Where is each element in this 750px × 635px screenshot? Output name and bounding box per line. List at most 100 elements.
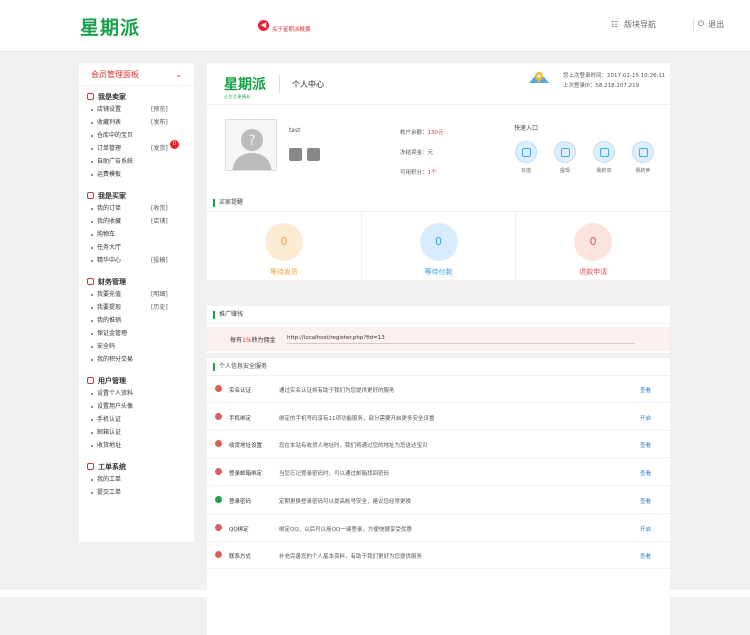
sidebar-item[interactable]: 我的订单 [收货]	[87, 202, 194, 215]
security-action-link[interactable]: 查看	[640, 469, 651, 477]
security-row: 登录邮箱绑定 当您忘记登录密码时，可以通过邮箱找回密码 查看	[207, 459, 670, 487]
section-title: 推广赚钱	[207, 306, 670, 324]
sidebar-item-tag[interactable]: [预览]	[151, 103, 168, 116]
sidebar-item-tag[interactable]: [店铺]	[151, 215, 168, 228]
sidebar-item[interactable]: 手机认证	[87, 413, 194, 426]
sidebar-item-label: 邮箱认证	[97, 429, 122, 436]
sidebar-item-label: 我的订单	[97, 205, 122, 212]
warning-icon	[215, 523, 222, 531]
stat-label: 等待发货	[269, 268, 298, 276]
notice-link[interactable]: ◀ 关于星期派概要	[258, 17, 311, 33]
avatar[interactable]: ?	[225, 119, 277, 171]
sidebar-item-label: 设置个人资料	[97, 390, 134, 397]
security-name: 收货地址设置	[229, 443, 263, 450]
sidebar-item[interactable]: 精华中心 [投稿]	[87, 254, 194, 267]
sidebar-item[interactable]: 任务大厅	[87, 241, 194, 254]
quick-entry[interactable]: 我的卖	[632, 141, 654, 174]
sidebar-group: 我是买家我的订单 [收货] 我的收藏 [店铺] 购物车 任务大厅 精华中心 [投稿]	[79, 185, 194, 271]
sidebar-item-label: 订单管理	[97, 145, 122, 152]
user-placeholder-icon: ?	[232, 129, 272, 170]
quick-entry-label: 提现	[559, 168, 570, 174]
sidebar-title: 会员管理面板	[91, 69, 139, 79]
username: test	[289, 127, 301, 134]
sidebar-item[interactable]: 自助广告系统	[87, 155, 194, 168]
sidebar-item[interactable]: 收藏列表 [发布]	[87, 116, 194, 129]
quick-entry[interactable]: 充值	[515, 141, 537, 174]
security-action-link[interactable]: 查看	[640, 552, 651, 560]
sidebar-item[interactable]: 设置个人资料	[87, 387, 194, 400]
page-title: 个人中心	[292, 80, 324, 89]
withdraw-icon	[554, 141, 576, 163]
sidebar-item[interactable]: 保证金管理	[87, 327, 194, 340]
verify-icons	[289, 148, 320, 161]
sidebar-group: 用户管理 设置个人资料 设置用户头像 手机认证 邮箱认证 收货地址	[79, 370, 194, 456]
sidebar-item[interactable]: 我的工单	[87, 473, 194, 486]
security-action-link[interactable]: 开启	[640, 414, 651, 422]
sidebar-item-label: 我的推销	[97, 317, 122, 324]
promo-url[interactable]: http://localhost/register.php?fid=13	[287, 332, 635, 344]
stat-label: 等待付款	[424, 268, 453, 276]
sidebar-item-tag[interactable]: [发布]	[151, 116, 168, 129]
stat-block[interactable]: 0 等待发货	[207, 212, 362, 280]
sidebar-group-title: 我是买家	[87, 189, 194, 202]
security-action-link[interactable]: 开启	[640, 525, 651, 533]
ticket-icon	[87, 463, 94, 470]
sidebar-item[interactable]: 我要充值 [明细]	[87, 288, 194, 301]
security-action-link[interactable]: 查看	[640, 441, 651, 449]
security-desc: 绑定的手机号码享有11项功能服务，部分需要开启更多安全设置	[279, 415, 435, 422]
sidebar-item[interactable]: 安全码	[87, 340, 194, 353]
sidebar-item[interactable]: 邮箱认证	[87, 426, 194, 439]
sidebar-item[interactable]: 仓库中的宝贝	[87, 129, 194, 142]
exit-link[interactable]: 退出	[708, 19, 724, 31]
quick-entry-label: 我的买	[596, 168, 612, 174]
buyer-icon	[87, 192, 94, 199]
login-info: 您上次登录时间：2017-02-15 10:26:11 上次登录IP：58.21…	[563, 73, 666, 89]
sidebar-item[interactable]: 我要提现 [历史]	[87, 301, 194, 314]
sidebar-item[interactable]: 运费模板	[87, 168, 194, 181]
sidebar-item[interactable]: 提交工单	[87, 486, 194, 499]
stat-block[interactable]: 0 退款申请	[516, 212, 670, 280]
stat-count: 0	[574, 223, 613, 261]
sidebar-item[interactable]: 订单管理 [发货] 0	[87, 140, 194, 155]
sidebar-group-title: 工单系统	[87, 460, 194, 473]
grid-icon: ☷	[610, 20, 618, 29]
site-logo[interactable]: 星期派	[80, 13, 140, 40]
nav-link[interactable]: 版块导航	[624, 19, 656, 30]
quick-entry[interactable]: 我的买	[593, 141, 615, 174]
sidebar-item-tag[interactable]: [收货]	[151, 202, 168, 215]
security-name: QQ绑定	[229, 526, 249, 533]
sidebar-item-tag[interactable]: [历史]	[151, 301, 168, 314]
security-name: 登录邮箱绑定	[229, 471, 263, 478]
sidebar-item-tag[interactable]: [发货]	[151, 142, 168, 155]
sidebar-item[interactable]: 我的推销	[87, 314, 194, 327]
sidebar-item-label: 设置用户头像	[97, 403, 134, 410]
points-value: 1个	[427, 170, 437, 176]
stat-block[interactable]: 0 等待付款	[362, 212, 517, 280]
sidebar-item[interactable]: 店铺设置 [预览]	[87, 103, 194, 116]
account-summary: 帐户余额：130元 冻结资金：元 可用积分：1个	[400, 130, 444, 176]
sidebar-item[interactable]: 设置用户头像	[87, 400, 194, 413]
finance-icon	[87, 278, 94, 285]
quick-entry-title: 快速入口	[514, 125, 539, 132]
email-icon[interactable]	[307, 148, 320, 161]
security-name: 手机绑定	[229, 415, 252, 422]
security-action-link[interactable]: 查看	[640, 386, 651, 394]
sidebar-item[interactable]: 我的积分交易	[87, 353, 194, 366]
svg-text:?: ?	[248, 133, 255, 149]
sidebar-header[interactable]: 会员管理面板 ⌄	[79, 63, 194, 86]
sidebar-item[interactable]: 我的收藏 [店铺]	[87, 215, 194, 228]
security-row: 手机绑定 绑定的手机号码享有11项功能服务，部分需要开启更多安全设置 开启	[207, 404, 670, 431]
sidebar-item[interactable]: 收货地址	[87, 439, 194, 452]
security-row: 收货地址设置 您在本站有收货人地址时，我们将通过您的地址为您送达宝贝 查看	[207, 431, 670, 459]
shop-icon	[632, 141, 654, 163]
sidebar-item[interactable]: 购物车	[87, 228, 194, 241]
sidebar: 会员管理面板 ⌄ 我是卖家 店铺设置 [预览] 收藏列表 [发布] 仓库中的宝贝 订单管理 […	[79, 63, 194, 542]
check-icon	[215, 495, 222, 503]
sidebar-item-label: 仓库中的宝贝	[97, 132, 134, 139]
sidebar-item-tag[interactable]: [明细]	[151, 288, 168, 301]
security-action-link[interactable]: 查看	[640, 497, 651, 505]
quick-entry[interactable]: 提现	[554, 141, 576, 174]
warning-icon	[215, 551, 222, 559]
sidebar-item-tag[interactable]: [投稿]	[151, 254, 168, 267]
phone-icon[interactable]	[289, 148, 302, 161]
